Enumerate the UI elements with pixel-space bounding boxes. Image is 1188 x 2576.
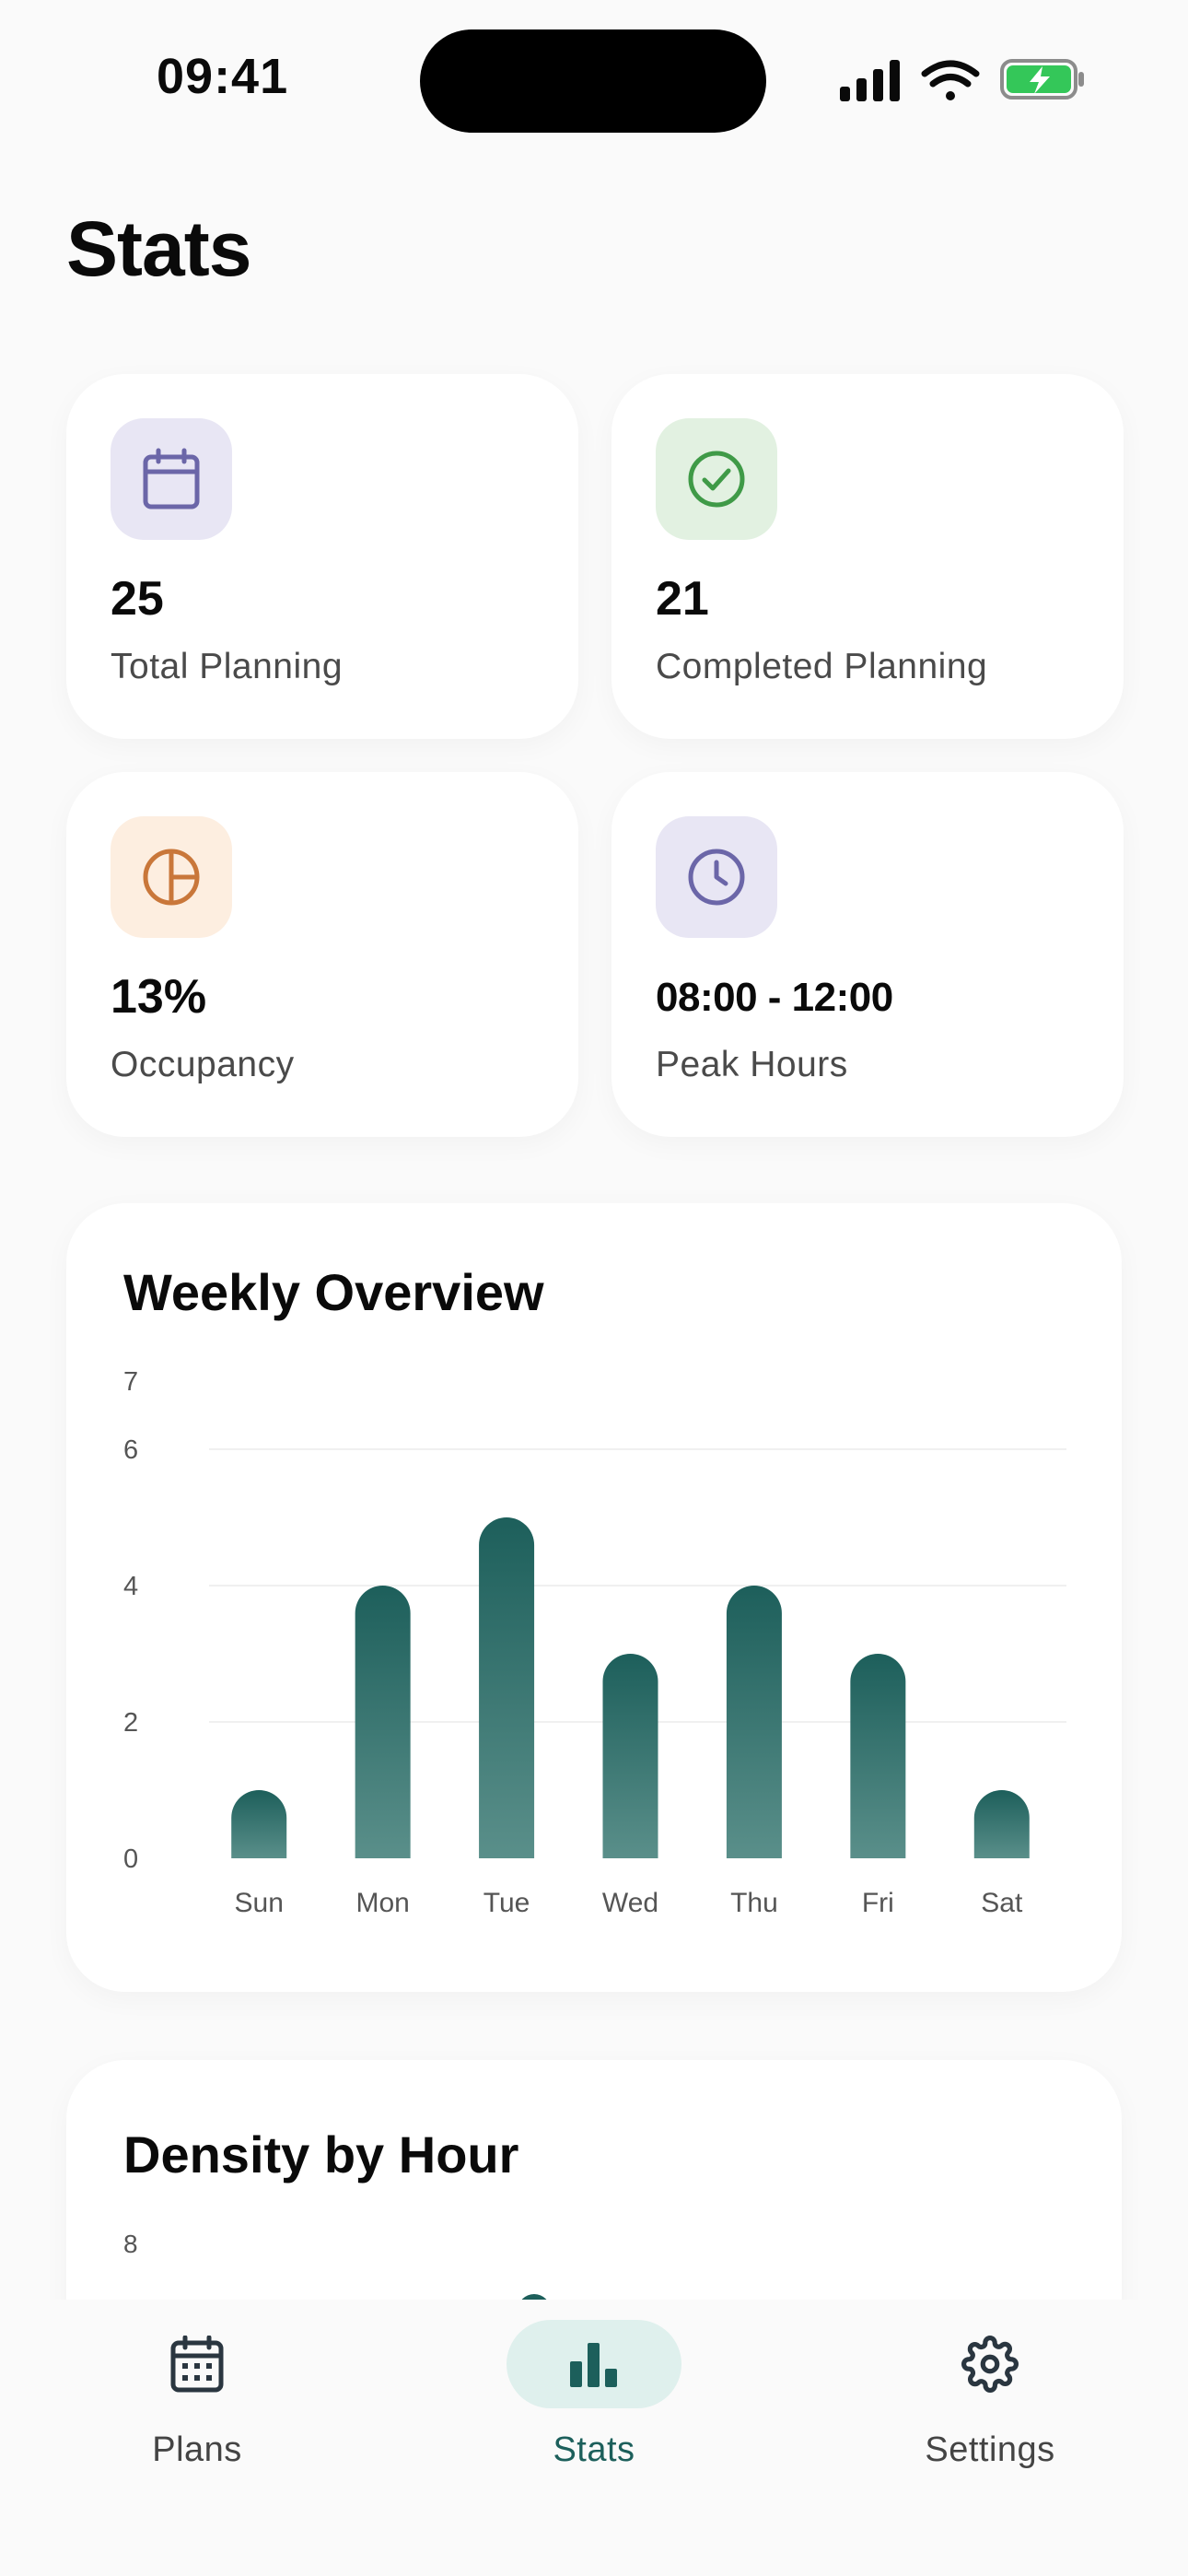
status-bar: 09:41 xyxy=(0,0,1188,157)
pie-chart-icon xyxy=(111,816,232,938)
bar-fri xyxy=(850,1654,906,1858)
y-tick-label: 4 xyxy=(123,1572,138,1601)
y-tick-label: 2 xyxy=(123,1708,138,1738)
y-tick-label: 0 xyxy=(123,1844,138,1874)
cellular-signal-icon xyxy=(840,60,900,101)
occupancy-card: 13% Occupancy xyxy=(66,772,578,1137)
weekly-overview-chart: 0 2 4 6 7 Sun Mon Tue Wed Thu Fri Sat xyxy=(123,1367,1066,1918)
x-tick-label: Fri xyxy=(862,1888,894,1918)
x-tick-label: Sun xyxy=(235,1888,284,1918)
x-tick-label: Tue xyxy=(483,1888,530,1918)
x-tick-label: Wed xyxy=(602,1888,658,1918)
tab-label: Plans xyxy=(152,2430,242,2469)
tab-icon-container xyxy=(903,2320,1077,2408)
x-tick-label: Mon xyxy=(355,1888,409,1918)
tab-icon-container xyxy=(110,2320,285,2408)
y-tick-label: 6 xyxy=(123,1435,138,1465)
bar-thu xyxy=(726,1586,782,1858)
bar-mon xyxy=(355,1586,411,1858)
bar-sat xyxy=(973,1790,1030,1858)
stat-label: Total Planning xyxy=(111,647,344,686)
bar-chart-icon xyxy=(570,2343,617,2387)
tab-plans[interactable]: Plans xyxy=(59,2320,335,2504)
tab-icon-container xyxy=(507,2320,681,2408)
chart-title: Density by Hour xyxy=(123,2125,519,2184)
clock-icon xyxy=(656,816,777,938)
calendar-icon xyxy=(170,2336,224,2393)
weekly-overview-card: Weekly Overview 0 2 4 6 7 Sun Mon Tue Wed Thu Fri S… xyxy=(66,1203,1122,1992)
bar-sun xyxy=(231,1790,287,1858)
tab-label: Settings xyxy=(925,2430,1055,2469)
stat-label: Completed Planning xyxy=(656,647,988,686)
dynamic-island xyxy=(420,29,766,133)
page-title: Stats xyxy=(66,205,251,292)
bar-wed xyxy=(602,1654,658,1858)
peak-hours-card: 08:00 - 12:00 Peak Hours xyxy=(611,772,1124,1137)
gear-icon xyxy=(961,2336,1019,2393)
y-tick-label: 7 xyxy=(123,1367,138,1397)
bar-tue xyxy=(479,1517,535,1858)
y-tick-label: 8 xyxy=(123,2230,138,2258)
battery-icon xyxy=(1000,59,1084,100)
calendar-icon xyxy=(111,418,232,540)
tab-label: Stats xyxy=(553,2430,635,2469)
total-planning-card: 25 Total Planning xyxy=(66,374,578,739)
stat-value: 21 xyxy=(656,572,709,626)
stat-label: Occupancy xyxy=(111,1045,295,1084)
status-time: 09:41 xyxy=(157,49,289,104)
completed-planning-card: 21 Completed Planning xyxy=(611,374,1124,739)
status-icons xyxy=(838,55,1087,107)
stat-value: 25 xyxy=(111,572,164,626)
stat-label: Peak Hours xyxy=(656,1045,848,1084)
stat-value: 08:00 - 12:00 xyxy=(656,975,893,1020)
x-tick-label: Thu xyxy=(730,1888,778,1918)
stat-value: 13% xyxy=(111,970,207,1024)
check-circle-icon xyxy=(656,418,777,540)
tab-bar: Plans Stats Settings xyxy=(0,2300,1188,2576)
tab-settings[interactable]: Settings xyxy=(852,2320,1128,2504)
x-tick-label: Sat xyxy=(981,1888,1023,1918)
wifi-icon xyxy=(921,60,980,100)
tab-stats[interactable]: Stats xyxy=(456,2320,732,2504)
